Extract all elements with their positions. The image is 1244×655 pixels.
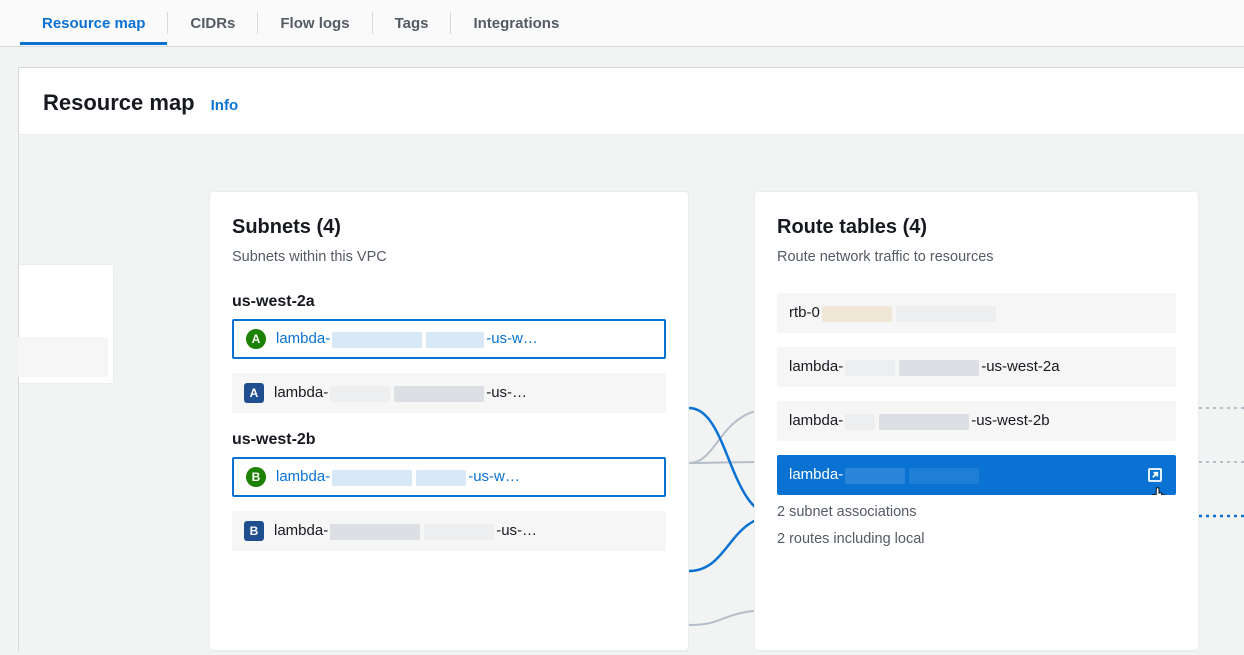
open-external-icon[interactable] <box>1146 466 1164 484</box>
route-table-name: rtb-0 <box>789 304 998 321</box>
panel-header: Resource map Info <box>19 68 1244 135</box>
route-table-item[interactable]: lambda--us-west-2b <box>777 401 1176 441</box>
az-label-us-west-2b: us-west-2b <box>232 431 666 449</box>
az-badge-icon: B <box>246 467 266 487</box>
route-table-item-selected[interactable]: lambda- <box>777 455 1176 495</box>
stub-item <box>18 337 108 377</box>
route-table-name: lambda--us-west-2a <box>789 358 1060 375</box>
tab-flow-logs[interactable]: Flow logs <box>258 3 371 44</box>
az-badge-icon: A <box>246 329 266 349</box>
subnet-item[interactable]: B lambda--us-w… <box>232 457 666 497</box>
page-title: Resource map <box>43 90 195 116</box>
route-table-item[interactable]: rtb-0 <box>777 293 1176 333</box>
panel-resource-map: Resource map Info Subnets (4) Subnets wi… <box>18 67 1244 652</box>
card-route-tables: Route tables (4) Route network traffic t… <box>754 191 1199 651</box>
route-table-detail-associations: 2 subnet associations <box>777 501 1176 524</box>
tab-tags[interactable]: Tags <box>373 3 451 44</box>
az-badge-icon: A <box>244 383 264 403</box>
left-card-stub <box>19 264 114 384</box>
subnet-item[interactable]: B lambda--us-… <box>232 511 666 551</box>
tab-bar: Resource map CIDRs Flow logs Tags Integr… <box>0 0 1244 47</box>
az-badge-icon: B <box>244 521 264 541</box>
route-table-name: lambda--us-west-2b <box>789 412 1050 429</box>
az-label-us-west-2a: us-west-2a <box>232 293 666 311</box>
subnet-item[interactable]: A lambda--us-… <box>232 373 666 413</box>
route-table-detail-routes: 2 routes including local <box>777 528 1176 551</box>
info-link[interactable]: Info <box>211 97 239 114</box>
subnets-subheading: Subnets within this VPC <box>232 249 666 265</box>
subnet-name: lambda--us-… <box>274 522 537 539</box>
subnet-name: lambda--us-w… <box>276 468 520 485</box>
subnet-name: lambda--us-… <box>274 384 527 401</box>
route-table-item[interactable]: lambda--us-west-2a <box>777 347 1176 387</box>
cursor-hand-icon <box>1148 483 1170 495</box>
subnet-item[interactable]: A lambda--us-w… <box>232 319 666 359</box>
subnets-heading: Subnets (4) <box>232 216 666 239</box>
route-tables-subheading: Route network traffic to resources <box>777 249 1176 265</box>
tab-integrations[interactable]: Integrations <box>451 3 581 44</box>
subnet-name: lambda--us-w… <box>276 330 538 347</box>
tab-resource-map[interactable]: Resource map <box>20 3 167 44</box>
card-subnets: Subnets (4) Subnets within this VPC us-w… <box>209 191 689 651</box>
route-tables-heading: Route tables (4) <box>777 216 1176 239</box>
tab-cidrs[interactable]: CIDRs <box>168 3 257 44</box>
resource-map-canvas[interactable]: Subnets (4) Subnets within this VPC us-w… <box>19 135 1244 655</box>
route-table-name: lambda- <box>789 466 981 483</box>
